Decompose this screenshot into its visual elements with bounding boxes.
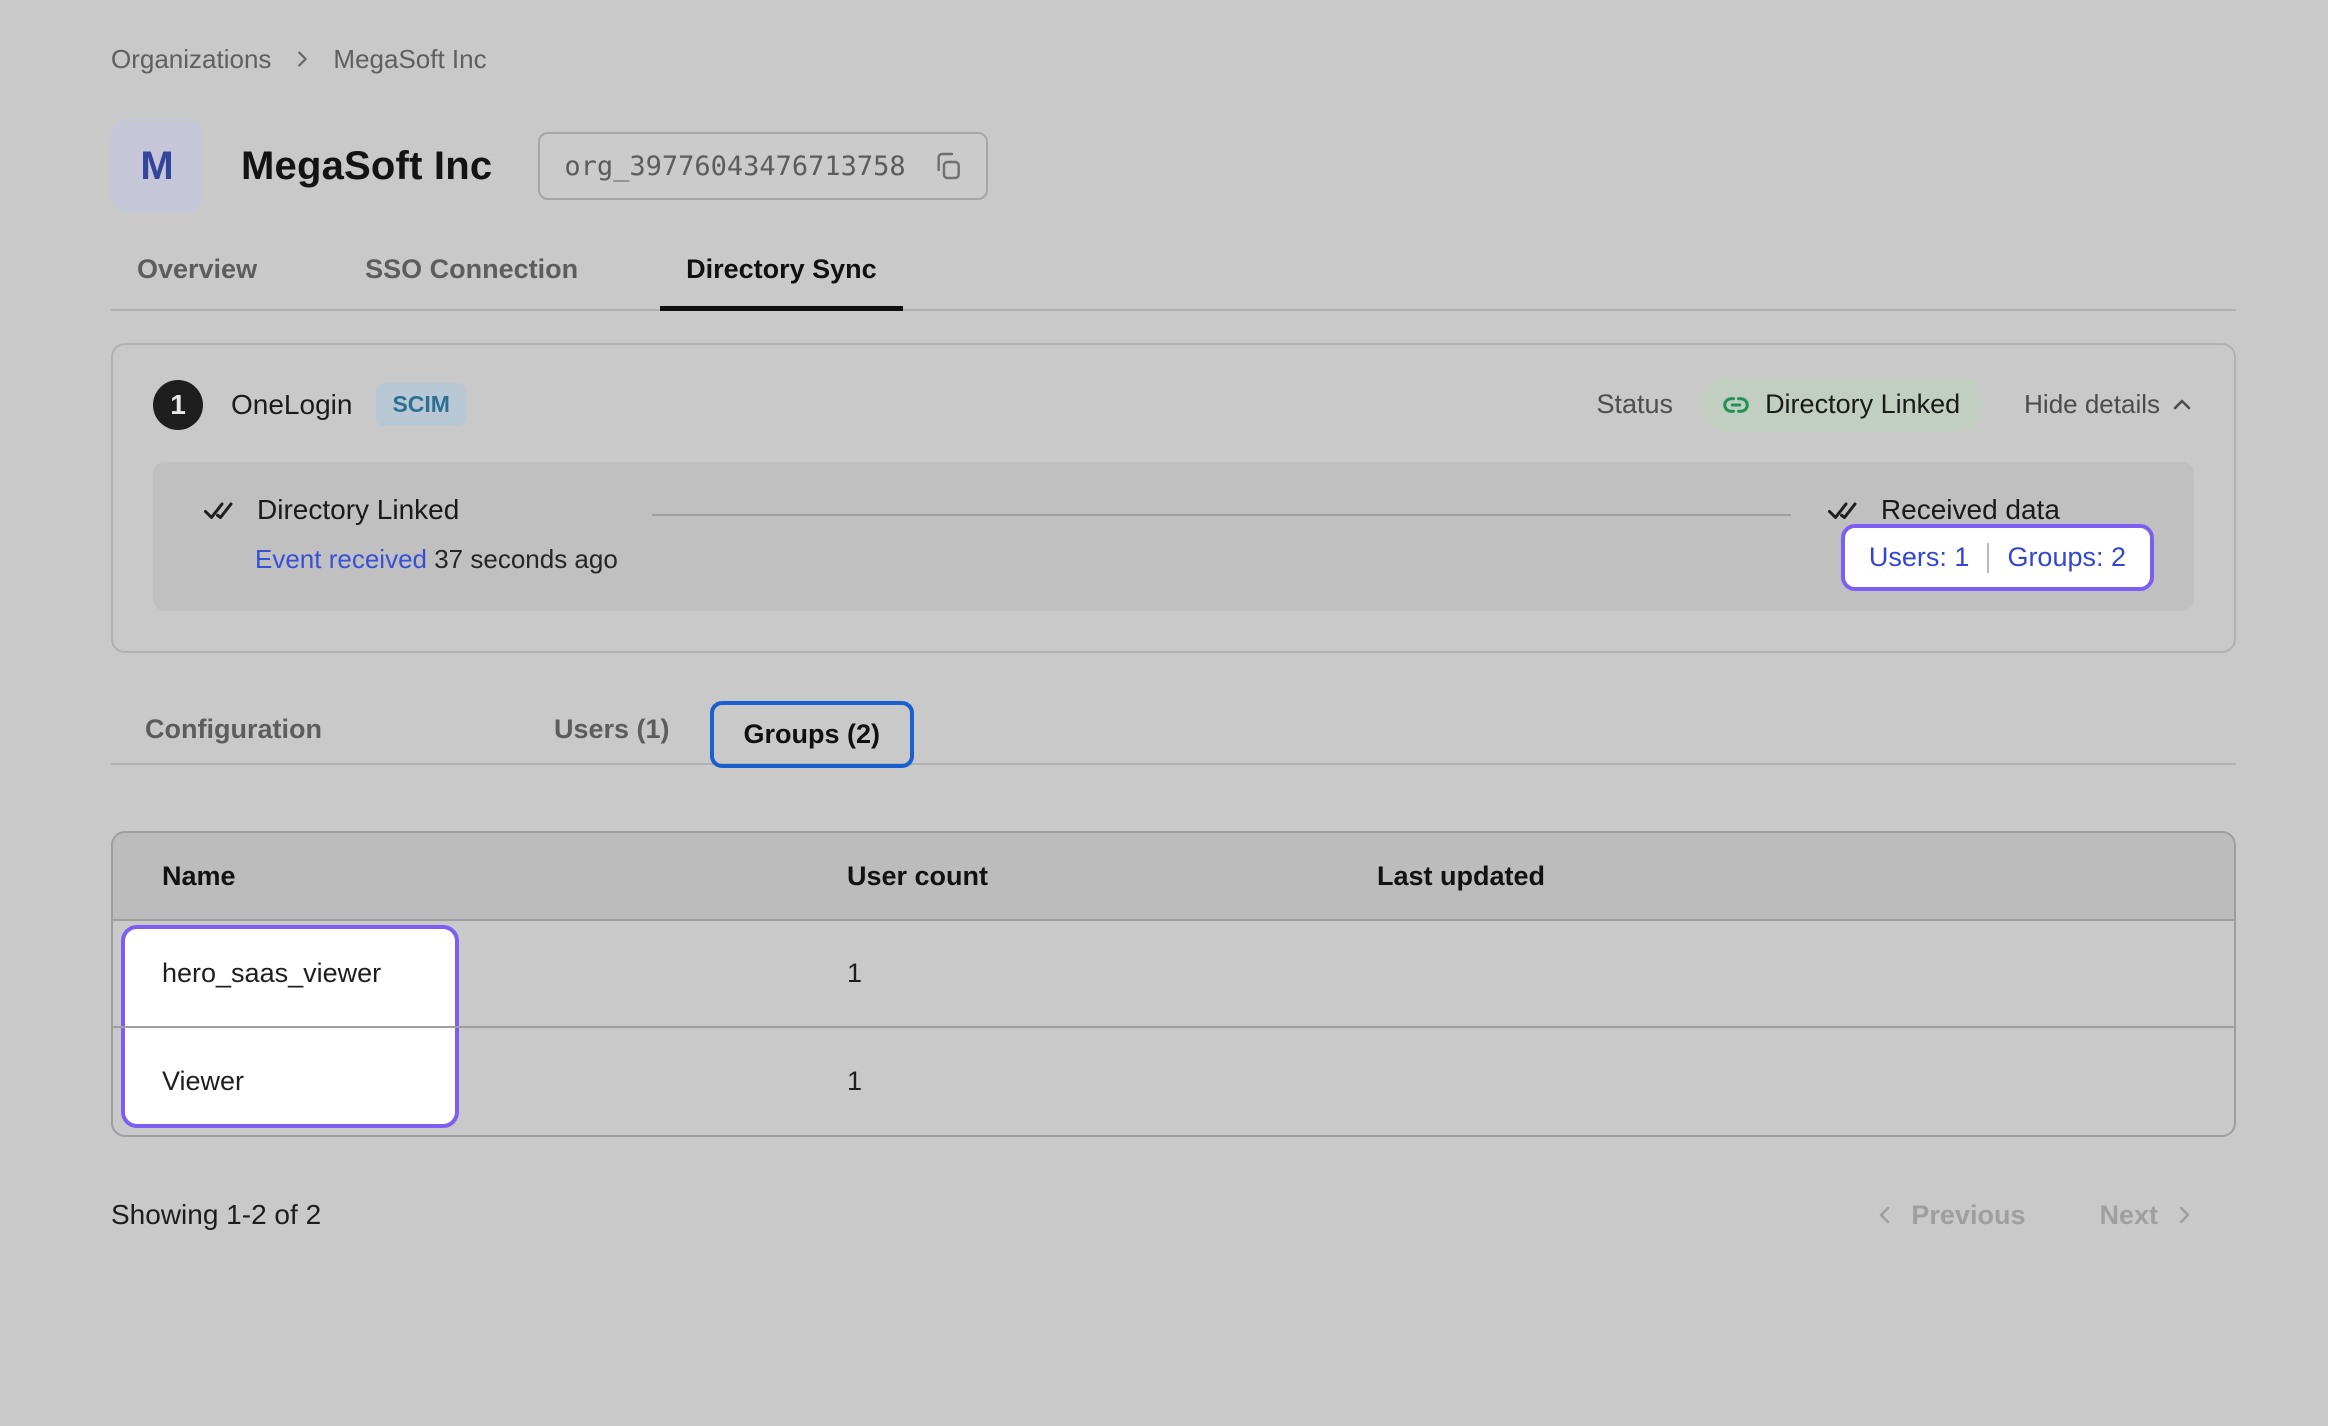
page-title: MegaSoft Inc — [241, 144, 492, 189]
users-count-link[interactable]: Users: 1 — [1869, 542, 1970, 573]
directory-provider: 1 OneLogin SCIM — [153, 380, 466, 430]
group-name-cell: Viewer — [113, 1066, 798, 1097]
breadcrumb-organizations[interactable]: Organizations — [111, 44, 271, 75]
tab-sso-connection[interactable]: SSO Connection — [365, 254, 578, 309]
org-tabs: Overview SSO Connection Directory Sync — [111, 254, 2236, 311]
double-check-icon — [1825, 492, 1861, 528]
next-button[interactable]: Next — [2099, 1200, 2196, 1231]
subtab-configuration[interactable]: Configuration — [145, 714, 322, 745]
column-header-user-count: User count — [798, 861, 1328, 892]
timeline-step-linked: Directory Linked Event received 37 secon… — [201, 492, 618, 575]
directory-subtabs: Configuration Users (1) Groups (2) — [111, 695, 2236, 765]
event-received-link[interactable]: Event received — [255, 544, 427, 574]
chevron-right-icon — [2172, 1203, 2196, 1227]
sync-timeline-panel: Directory Linked Event received 37 secon… — [153, 462, 2194, 611]
link-icon — [1721, 390, 1751, 420]
previous-label: Previous — [1911, 1200, 2025, 1231]
pagination: Previous Next — [1873, 1200, 2196, 1231]
table-header-row: Name User count Last updated — [113, 833, 2234, 921]
onelogin-logo: 1 — [153, 380, 203, 430]
subtab-groups[interactable]: Groups (2) — [710, 701, 915, 768]
column-header-name: Name — [113, 861, 798, 892]
copy-button[interactable] — [932, 150, 964, 182]
groups-table: Name User count Last updated hero_saas_v… — [111, 831, 2236, 1137]
status-badge: Directory Linked — [1701, 377, 1984, 432]
directory-status-area: Status Directory Linked Hide details — [1597, 377, 2194, 432]
breadcrumb-current: MegaSoft Inc — [333, 44, 486, 75]
organization-directory-page: Organizations MegaSoft Inc M MegaSoft In… — [0, 0, 2328, 1231]
received-counts-highlight: Users: 1 Groups: 2 — [1841, 524, 2154, 591]
timeline-connector-line — [652, 514, 1791, 516]
event-received-time: 37 seconds ago — [434, 544, 618, 574]
chevron-up-icon — [2170, 393, 2194, 417]
org-id-field[interactable]: org_39776043476713758 — [538, 132, 987, 200]
showing-count: Showing 1-2 of 2 — [111, 1199, 321, 1231]
timeline-step-received: Received data Users: 1 Groups: 2 — [1825, 492, 2154, 591]
tab-overview[interactable]: Overview — [137, 254, 257, 309]
groups-count-link[interactable]: Groups: 2 — [2007, 542, 2126, 573]
copy-icon — [932, 150, 964, 182]
double-check-icon — [201, 492, 237, 528]
next-label: Next — [2099, 1200, 2158, 1231]
hide-details-toggle[interactable]: Hide details — [2024, 389, 2194, 420]
previous-button[interactable]: Previous — [1873, 1200, 2025, 1231]
breadcrumb: Organizations MegaSoft Inc — [111, 44, 2236, 74]
scim-badge: SCIM — [376, 383, 466, 426]
chevron-left-icon — [1873, 1203, 1897, 1227]
org-avatar: M — [111, 120, 203, 212]
provider-name: OneLogin — [231, 389, 352, 421]
table-footer: Showing 1-2 of 2 Previous Next — [111, 1199, 2236, 1231]
hide-details-label: Hide details — [2024, 389, 2160, 420]
table-row[interactable]: hero_saas_viewer 1 — [113, 921, 2234, 1028]
org-id-value: org_39776043476713758 — [564, 151, 905, 182]
user-count-cell: 1 — [798, 1066, 1328, 1097]
counts-divider — [1987, 543, 1989, 573]
timeline-received-title: Received data — [1881, 494, 2060, 526]
subtab-users[interactable]: Users (1) — [554, 714, 670, 745]
directory-card: 1 OneLogin SCIM Status Directory Linked — [111, 343, 2236, 653]
chevron-right-icon — [291, 48, 313, 70]
status-label: Status — [1597, 389, 1674, 420]
user-count-cell: 1 — [798, 958, 1328, 989]
directory-card-header: 1 OneLogin SCIM Status Directory Linked — [153, 377, 2194, 432]
timeline-linked-title: Directory Linked — [257, 494, 459, 526]
tab-directory-sync[interactable]: Directory Sync — [686, 254, 877, 309]
org-header: M MegaSoft Inc org_39776043476713758 — [111, 120, 2236, 212]
column-header-last-updated: Last updated — [1328, 861, 2234, 892]
status-value: Directory Linked — [1765, 389, 1960, 420]
table-row[interactable]: Viewer 1 — [113, 1028, 2234, 1135]
group-name-cell: hero_saas_viewer — [113, 958, 798, 989]
